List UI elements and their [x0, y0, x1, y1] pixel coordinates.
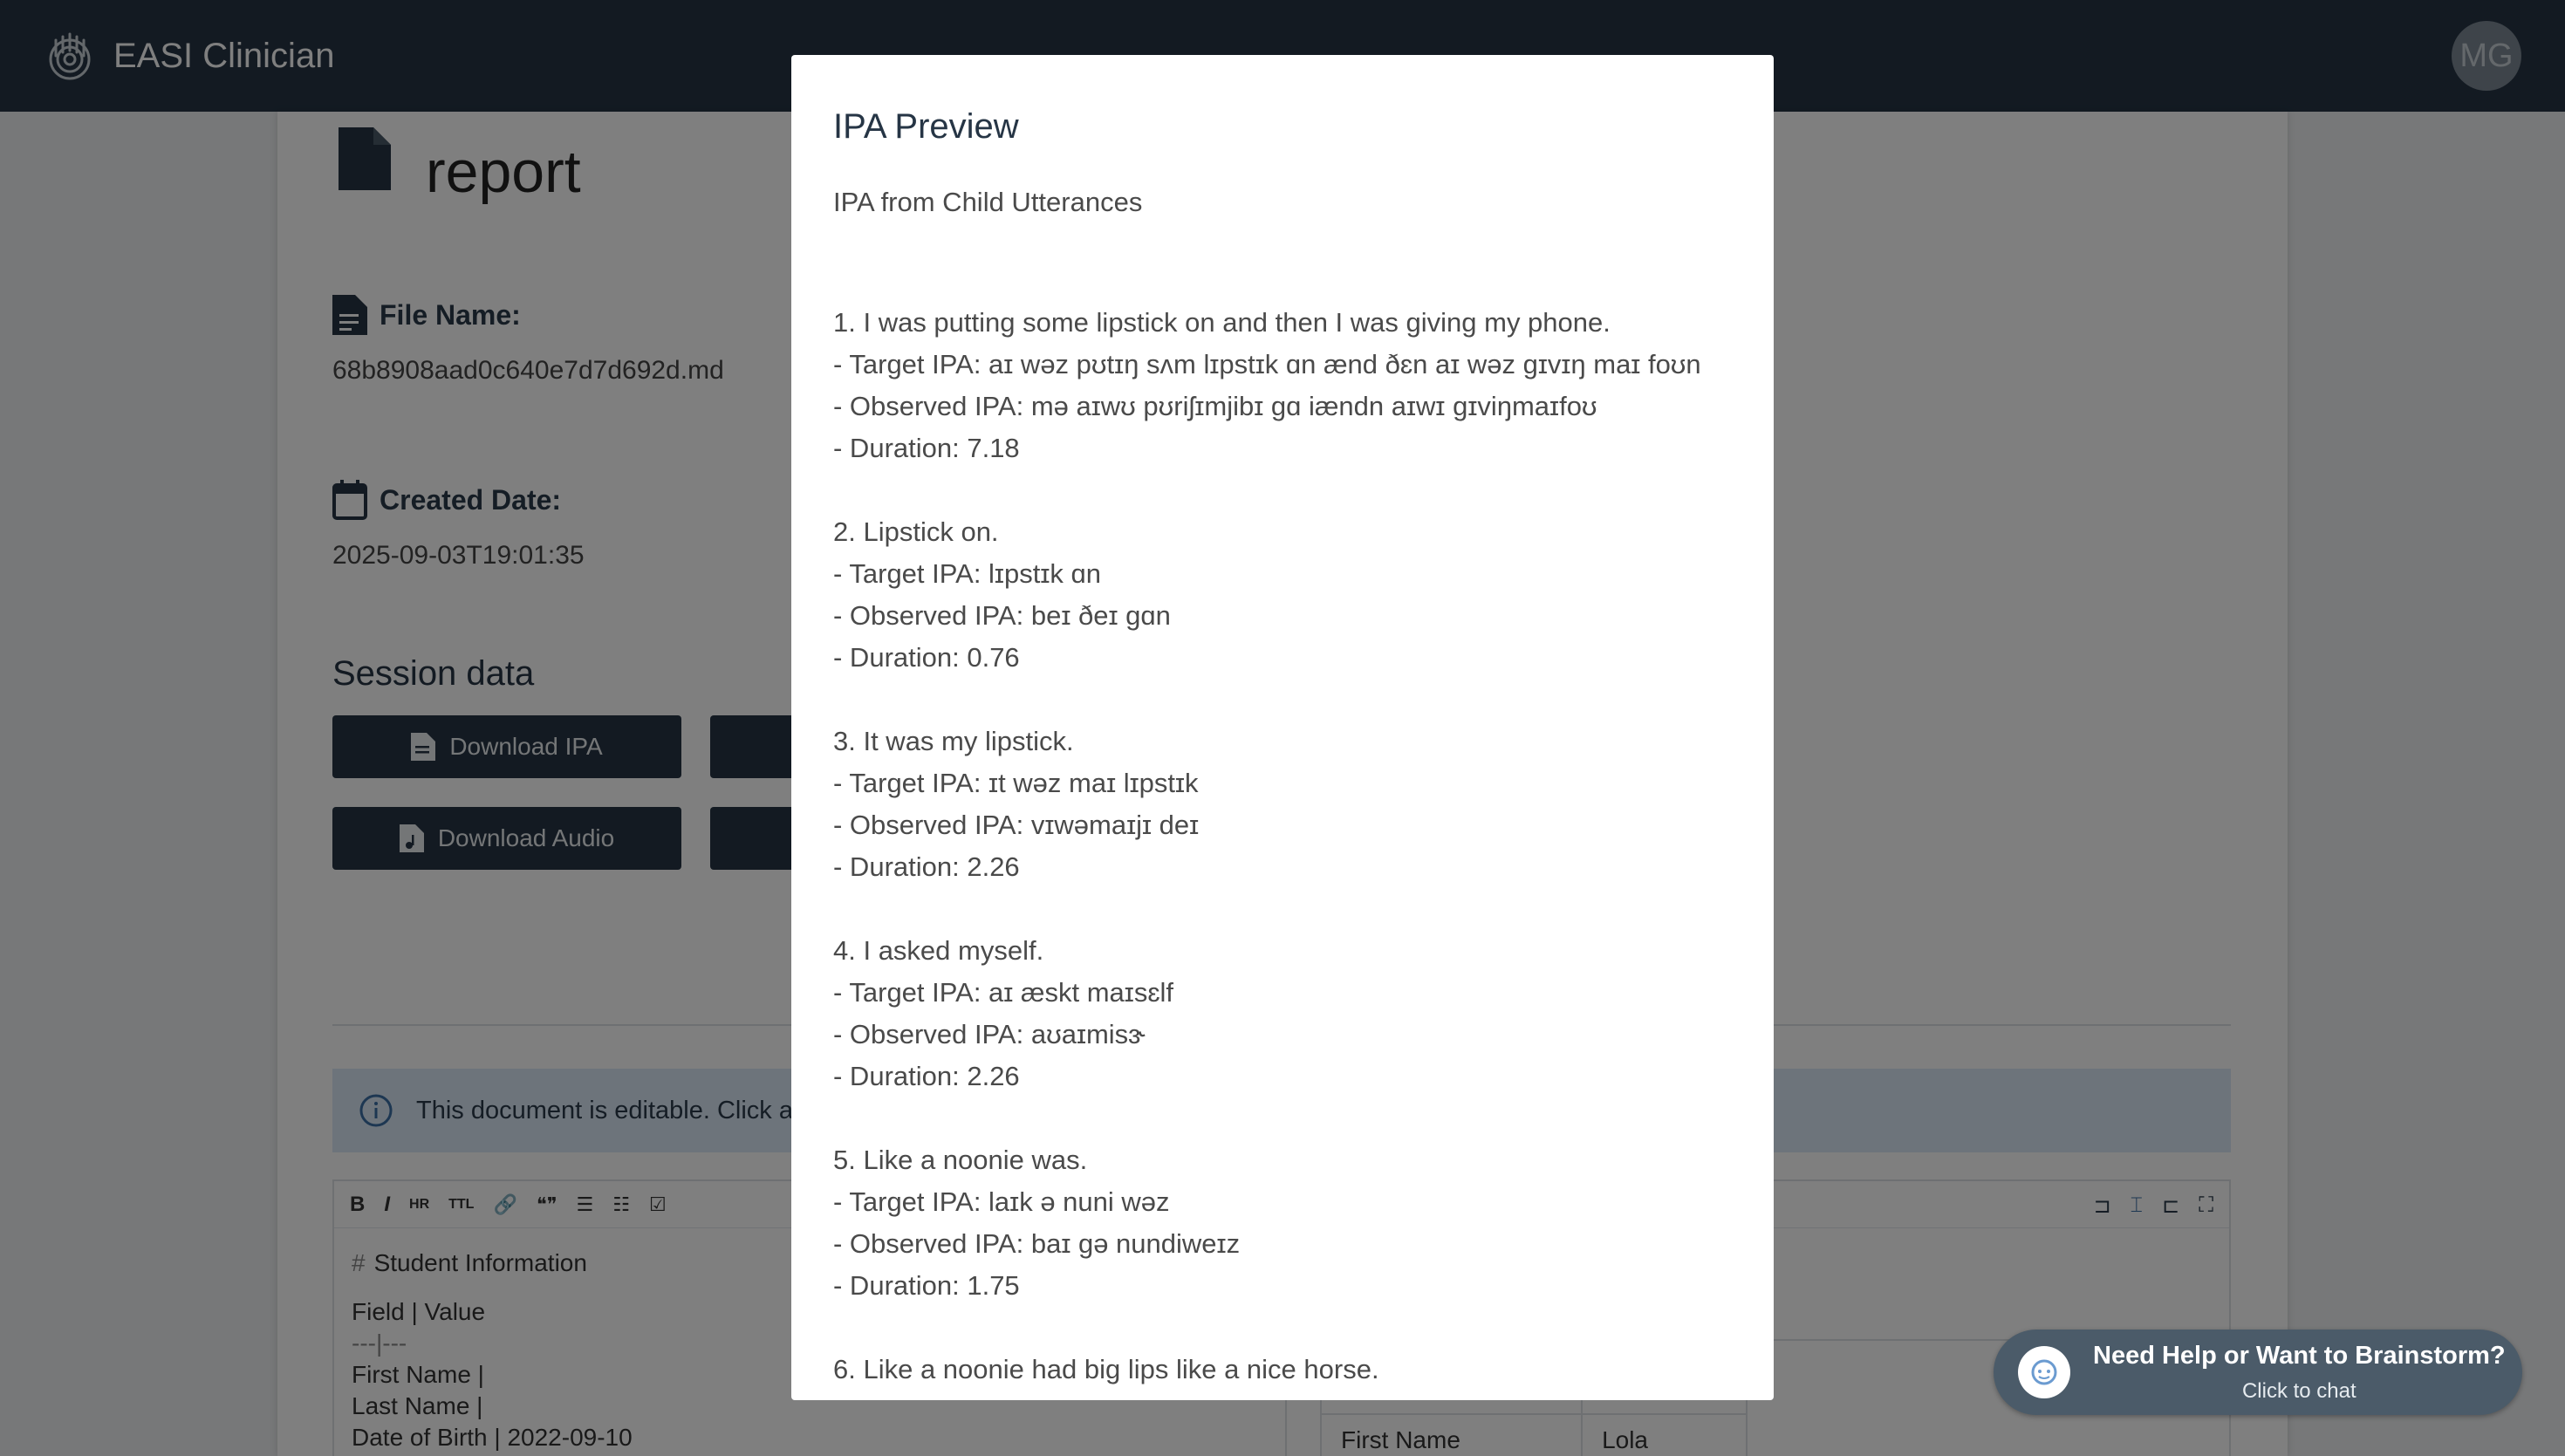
target-ipa: - Target IPA: laɪk ə nuni wəz [833, 1186, 1170, 1217]
observed-ipa: - Observed IPA: vɪwəmaɪjɪ deɪ [833, 810, 1200, 840]
utterance-text: 3. It was my lipstick. [833, 726, 1074, 756]
duration: - Duration: 2.26 [833, 1061, 1020, 1091]
utterance-text: 4. I asked myself. [833, 935, 1044, 966]
observed-ipa: - Observed IPA: beɪ ðeɪ gɑn [833, 600, 1171, 631]
target-ipa: - Target IPA: ɪt wəz maɪ lɪpstɪk [833, 768, 1199, 798]
list-item: 5. Like a noonie was. - Target IPA: laɪk… [833, 1139, 1732, 1307]
target-ipa: - Target IPA: aɪ wəz pʊtɪŋ sʌm lɪpstɪk ɑ… [833, 349, 1701, 379]
ipa-entries: 1. I was putting some lipstick on and th… [833, 302, 1732, 1391]
observed-ipa: - Observed IPA: baɪ gə nundiweɪz [833, 1228, 1241, 1259]
duration: - Duration: 7.18 [833, 433, 1020, 463]
target-ipa: - Target IPA: lɪpstɪk ɑn [833, 558, 1101, 589]
chat-bot-icon [2018, 1346, 2070, 1398]
ipa-preview-modal: IPA Preview IPA from Child Utterances 1.… [791, 55, 1774, 1400]
duration: - Duration: 0.76 [833, 642, 1020, 673]
utterance-text: 6. Like a noonie had big lips like a nic… [833, 1354, 1379, 1384]
chat-title: Need Help or Want to Brainstorm? [2093, 1341, 2506, 1370]
utterance-text: 2. Lipstick on. [833, 516, 999, 547]
chat-subtitle: Click to chat [2241, 1378, 2356, 1403]
observed-ipa: - Observed IPA: mə aɪwʊ pʊriʃɪmjibɪ gɑ i… [833, 391, 1597, 421]
modal-subtitle: IPA from Child Utterances [833, 187, 1143, 217]
list-item: 1. I was putting some lipstick on and th… [833, 302, 1732, 469]
list-item: 4. I asked myself. - Target IPA: aɪ æskt… [833, 930, 1732, 1097]
utterance-text: 5. Like a noonie was. [833, 1145, 1088, 1175]
utterance-text: 1. I was putting some lipstick on and th… [833, 307, 1611, 338]
list-item: 6. Like a noonie had big lips like a nic… [833, 1349, 1732, 1391]
list-item: 2. Lipstick on. - Target IPA: lɪpstɪk ɑn… [833, 511, 1732, 679]
target-ipa: - Target IPA: aɪ æskt maɪsɛlf [833, 977, 1174, 1008]
observed-ipa: - Observed IPA: aʊaɪmisɝ [833, 1019, 1146, 1049]
list-item: 3. It was my lipstick. - Target IPA: ɪt … [833, 721, 1732, 888]
chat-widget-button[interactable]: Need Help or Want to Brainstorm? Click t… [1994, 1330, 2522, 1415]
duration: - Duration: 1.75 [833, 1270, 1020, 1301]
modal-title: IPA Preview [833, 107, 1019, 146]
duration: - Duration: 2.26 [833, 851, 1020, 882]
